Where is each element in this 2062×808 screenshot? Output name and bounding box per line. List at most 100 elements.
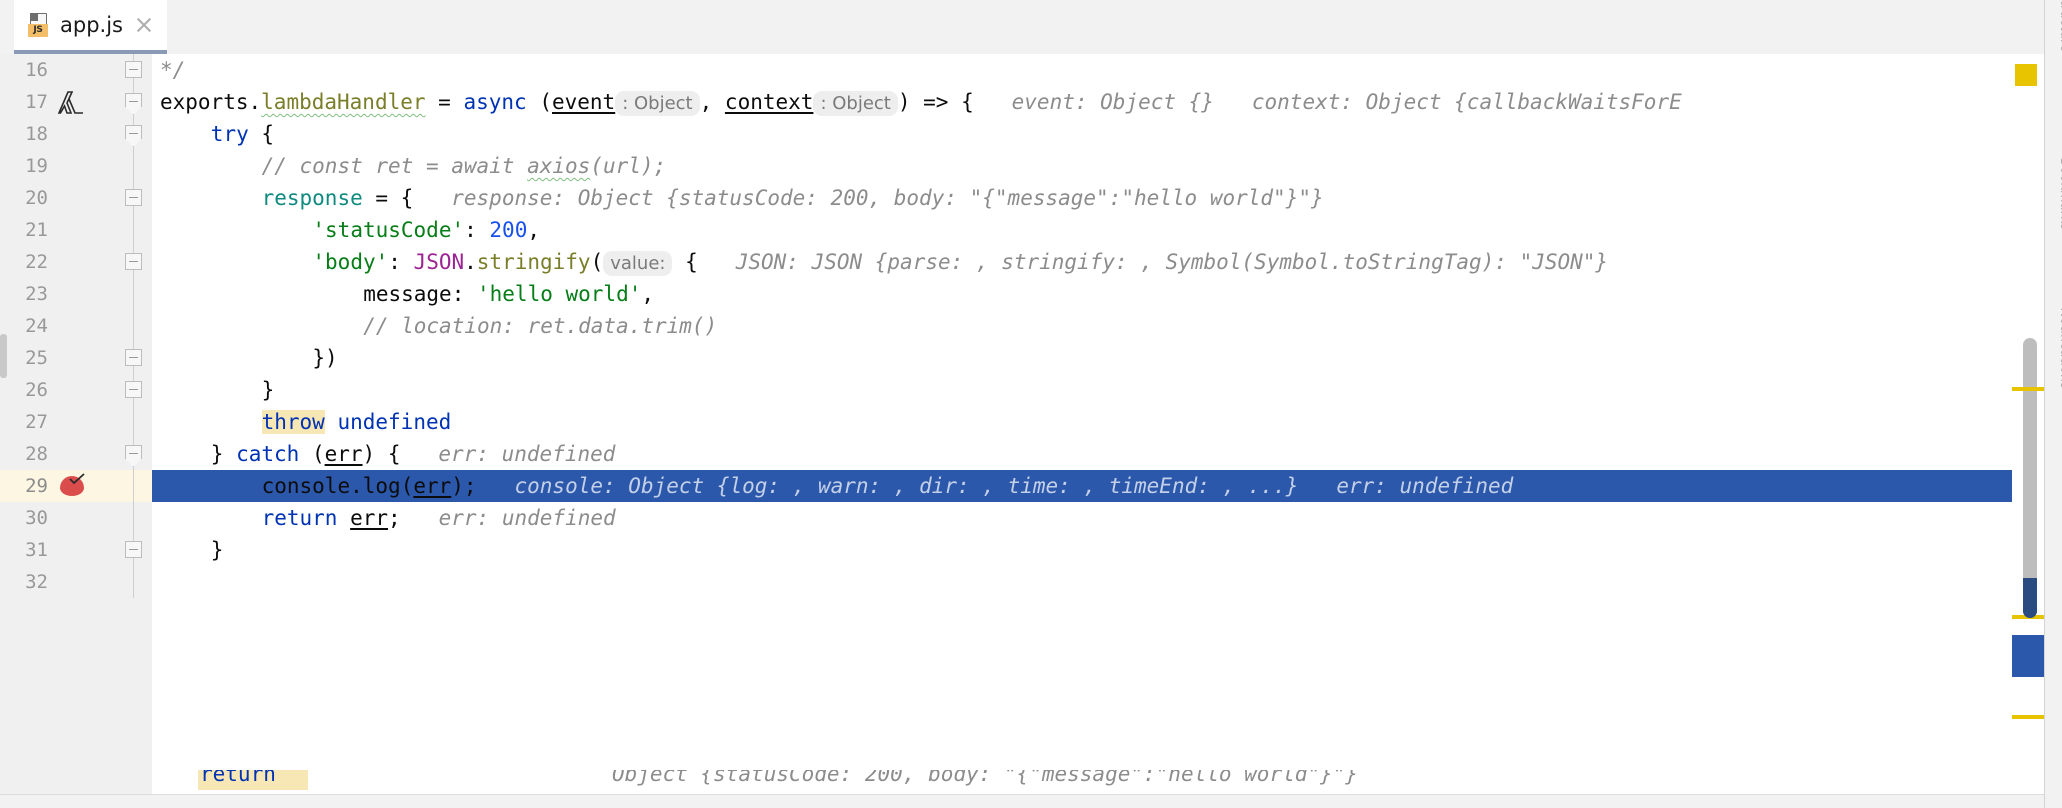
- gutter-slot: [52, 246, 108, 278]
- code-text[interactable]: 'statusCode': 200,: [312, 214, 540, 246]
- code-token: ,: [527, 218, 540, 242]
- code-text[interactable]: message: 'hello world',: [363, 278, 654, 310]
- code-token: // const ret = await: [261, 154, 528, 178]
- editor-tab-bar: JS app.js: [0, 0, 2044, 54]
- fold-toggle-icon[interactable]: [112, 86, 152, 118]
- inspection-status-square[interactable]: [2015, 64, 2037, 86]
- code-token: async: [463, 90, 527, 114]
- fold-toggle-icon[interactable]: [112, 534, 152, 566]
- code-text[interactable]: return err; err: undefined: [262, 502, 616, 534]
- code-line[interactable]: 27 throw undefined: [0, 406, 2044, 438]
- fold-gutter-slot: [112, 150, 152, 182]
- code-line[interactable]: 23 message: 'hello world',: [0, 278, 2044, 310]
- code-text[interactable]: }: [262, 374, 275, 406]
- fold-gutter-slot: [112, 566, 152, 598]
- code-text[interactable]: // const ret = await axios(url);: [262, 150, 667, 182]
- code-line[interactable]: 29 console.log(err); console: Object {log…: [0, 470, 2044, 502]
- scrollbar-marker-warning[interactable]: [2012, 715, 2044, 719]
- gutter-slot: [52, 438, 108, 470]
- tool-strip-item-notifications[interactable]: Notifications: [2058, 308, 2062, 428]
- line-number: 23: [25, 283, 48, 305]
- code-text[interactable]: exports.lambdaHandler = async (event: Ob…: [160, 86, 1682, 118]
- code-lines: 16 */17 exports.lambdaHandler = async (eve…: [0, 54, 2044, 598]
- editor-tab-app-js[interactable]: JS app.js: [14, 0, 167, 54]
- close-icon[interactable]: [133, 14, 155, 36]
- code-text[interactable]: response = { response: Object {statusCod…: [262, 182, 1324, 214]
- line-number: 26: [25, 379, 48, 401]
- code-line[interactable]: 28} catch (err) { err: undefined: [0, 438, 2044, 470]
- code-line[interactable]: 25}): [0, 342, 2044, 374]
- code-line[interactable]: 31}: [0, 534, 2044, 566]
- code-line[interactable]: 30 return err; err: undefined: [0, 502, 2044, 534]
- code-line[interactable]: 19 // const ret = await axios(url);: [0, 150, 2044, 182]
- code-line[interactable]: 17 exports.lambdaHandler = async (event: …: [0, 86, 2044, 118]
- gutter-slot: [52, 182, 108, 214]
- gutter-slot: [52, 566, 108, 598]
- code-text[interactable]: */: [160, 54, 185, 86]
- code-token: ;: [388, 506, 401, 530]
- scrollbar-marker-warning[interactable]: [2012, 387, 2044, 391]
- code-text[interactable]: }): [312, 342, 337, 374]
- code-text[interactable]: try {: [211, 118, 274, 150]
- fold-toggle-icon[interactable]: [112, 246, 152, 278]
- editor-vertical-scrollbar[interactable]: [2023, 338, 2037, 618]
- tool-strip-item-structure[interactable]: Structure: [2058, 0, 2062, 112]
- line-number: 30: [25, 507, 48, 529]
- code-line[interactable]: 26}: [0, 374, 2044, 406]
- code-text[interactable]: // location: ret.data.trim(): [363, 310, 717, 342]
- aws-lambda-icon[interactable]: [52, 86, 108, 118]
- scrollbar-thumb-overlap[interactable]: [2023, 578, 2037, 618]
- code-token: }: [210, 442, 237, 466]
- code-text[interactable]: 'body': JSON.stringify(value: { JSON: JS…: [312, 246, 1608, 278]
- code-text[interactable]: console.log(err); console: Object {log: …: [262, 470, 1514, 502]
- fold-toggle-icon[interactable]: [112, 438, 152, 470]
- line-number: 19: [25, 155, 48, 177]
- identifier: err: [324, 442, 363, 466]
- code-token: 'body': [312, 250, 389, 274]
- fold-toggle-icon[interactable]: [112, 54, 152, 86]
- code-token: log: [362, 474, 401, 498]
- code-token: }: [261, 378, 275, 402]
- code-text[interactable]: throw undefined: [261, 406, 451, 438]
- code-token: 'statusCode': [312, 218, 465, 242]
- code-line[interactable]: 24 // location: ret.data.trim(): [0, 310, 2044, 342]
- tool-strip-item-bookmarks[interactable]: Bookmarks: [2058, 158, 2062, 278]
- code-text[interactable]: } catch (err) { err: undefined: [211, 438, 616, 470]
- code-line[interactable]: 21 'statusCode': 200,: [0, 214, 2044, 246]
- code-token: catch: [236, 442, 300, 466]
- code-line[interactable]: 16 */: [0, 54, 2044, 86]
- fold-toggle-icon[interactable]: [112, 374, 152, 406]
- gutter-slot: [52, 502, 108, 534]
- breakpoint-verified-icon[interactable]: [52, 470, 108, 502]
- code-token: (: [590, 250, 604, 274]
- code-line[interactable]: 22 'body': JSON.stringify(value: { JSON: …: [0, 246, 2044, 278]
- fold-toggle-icon[interactable]: [112, 118, 152, 150]
- code-text[interactable]: }: [211, 534, 224, 566]
- code-token: return: [261, 506, 338, 530]
- fold-gutter-slot: [112, 310, 152, 342]
- identifier: context: [724, 90, 814, 114]
- gutter-slot: [52, 374, 108, 406]
- function-name: lambdaHandler: [261, 90, 426, 114]
- line-number: 21: [25, 219, 48, 241]
- gutter-slot: [52, 342, 108, 374]
- code-token: (: [526, 90, 552, 114]
- code-line[interactable]: 20 response = { response: Object {statusC…: [0, 182, 2044, 214]
- inline-debug-value: console: Object {log: , warn: , dir: , t…: [476, 474, 1299, 498]
- comment-token: axios: [527, 154, 591, 178]
- gutter-slot: [52, 214, 108, 246]
- code-token: 'hello world': [477, 282, 642, 306]
- inline-debug-value: err: undefined: [1298, 474, 1514, 498]
- code-line[interactable]: 18 try {: [0, 118, 2044, 150]
- code-token: response: [261, 186, 363, 210]
- code-line[interactable]: 32: [0, 566, 2044, 598]
- code-editor[interactable]: 16 */17 exports.lambdaHandler = async (eve…: [0, 54, 2044, 794]
- fold-toggle-icon[interactable]: [112, 182, 152, 214]
- code-token: );: [451, 474, 477, 498]
- code-token: {: [672, 250, 698, 274]
- inline-type-hint: : Object: [813, 91, 898, 116]
- fold-toggle-icon[interactable]: [112, 342, 152, 374]
- right-tool-window-bar[interactable]: Structure Bookmarks Notifications: [2044, 0, 2062, 808]
- code-token: stringify: [476, 250, 591, 274]
